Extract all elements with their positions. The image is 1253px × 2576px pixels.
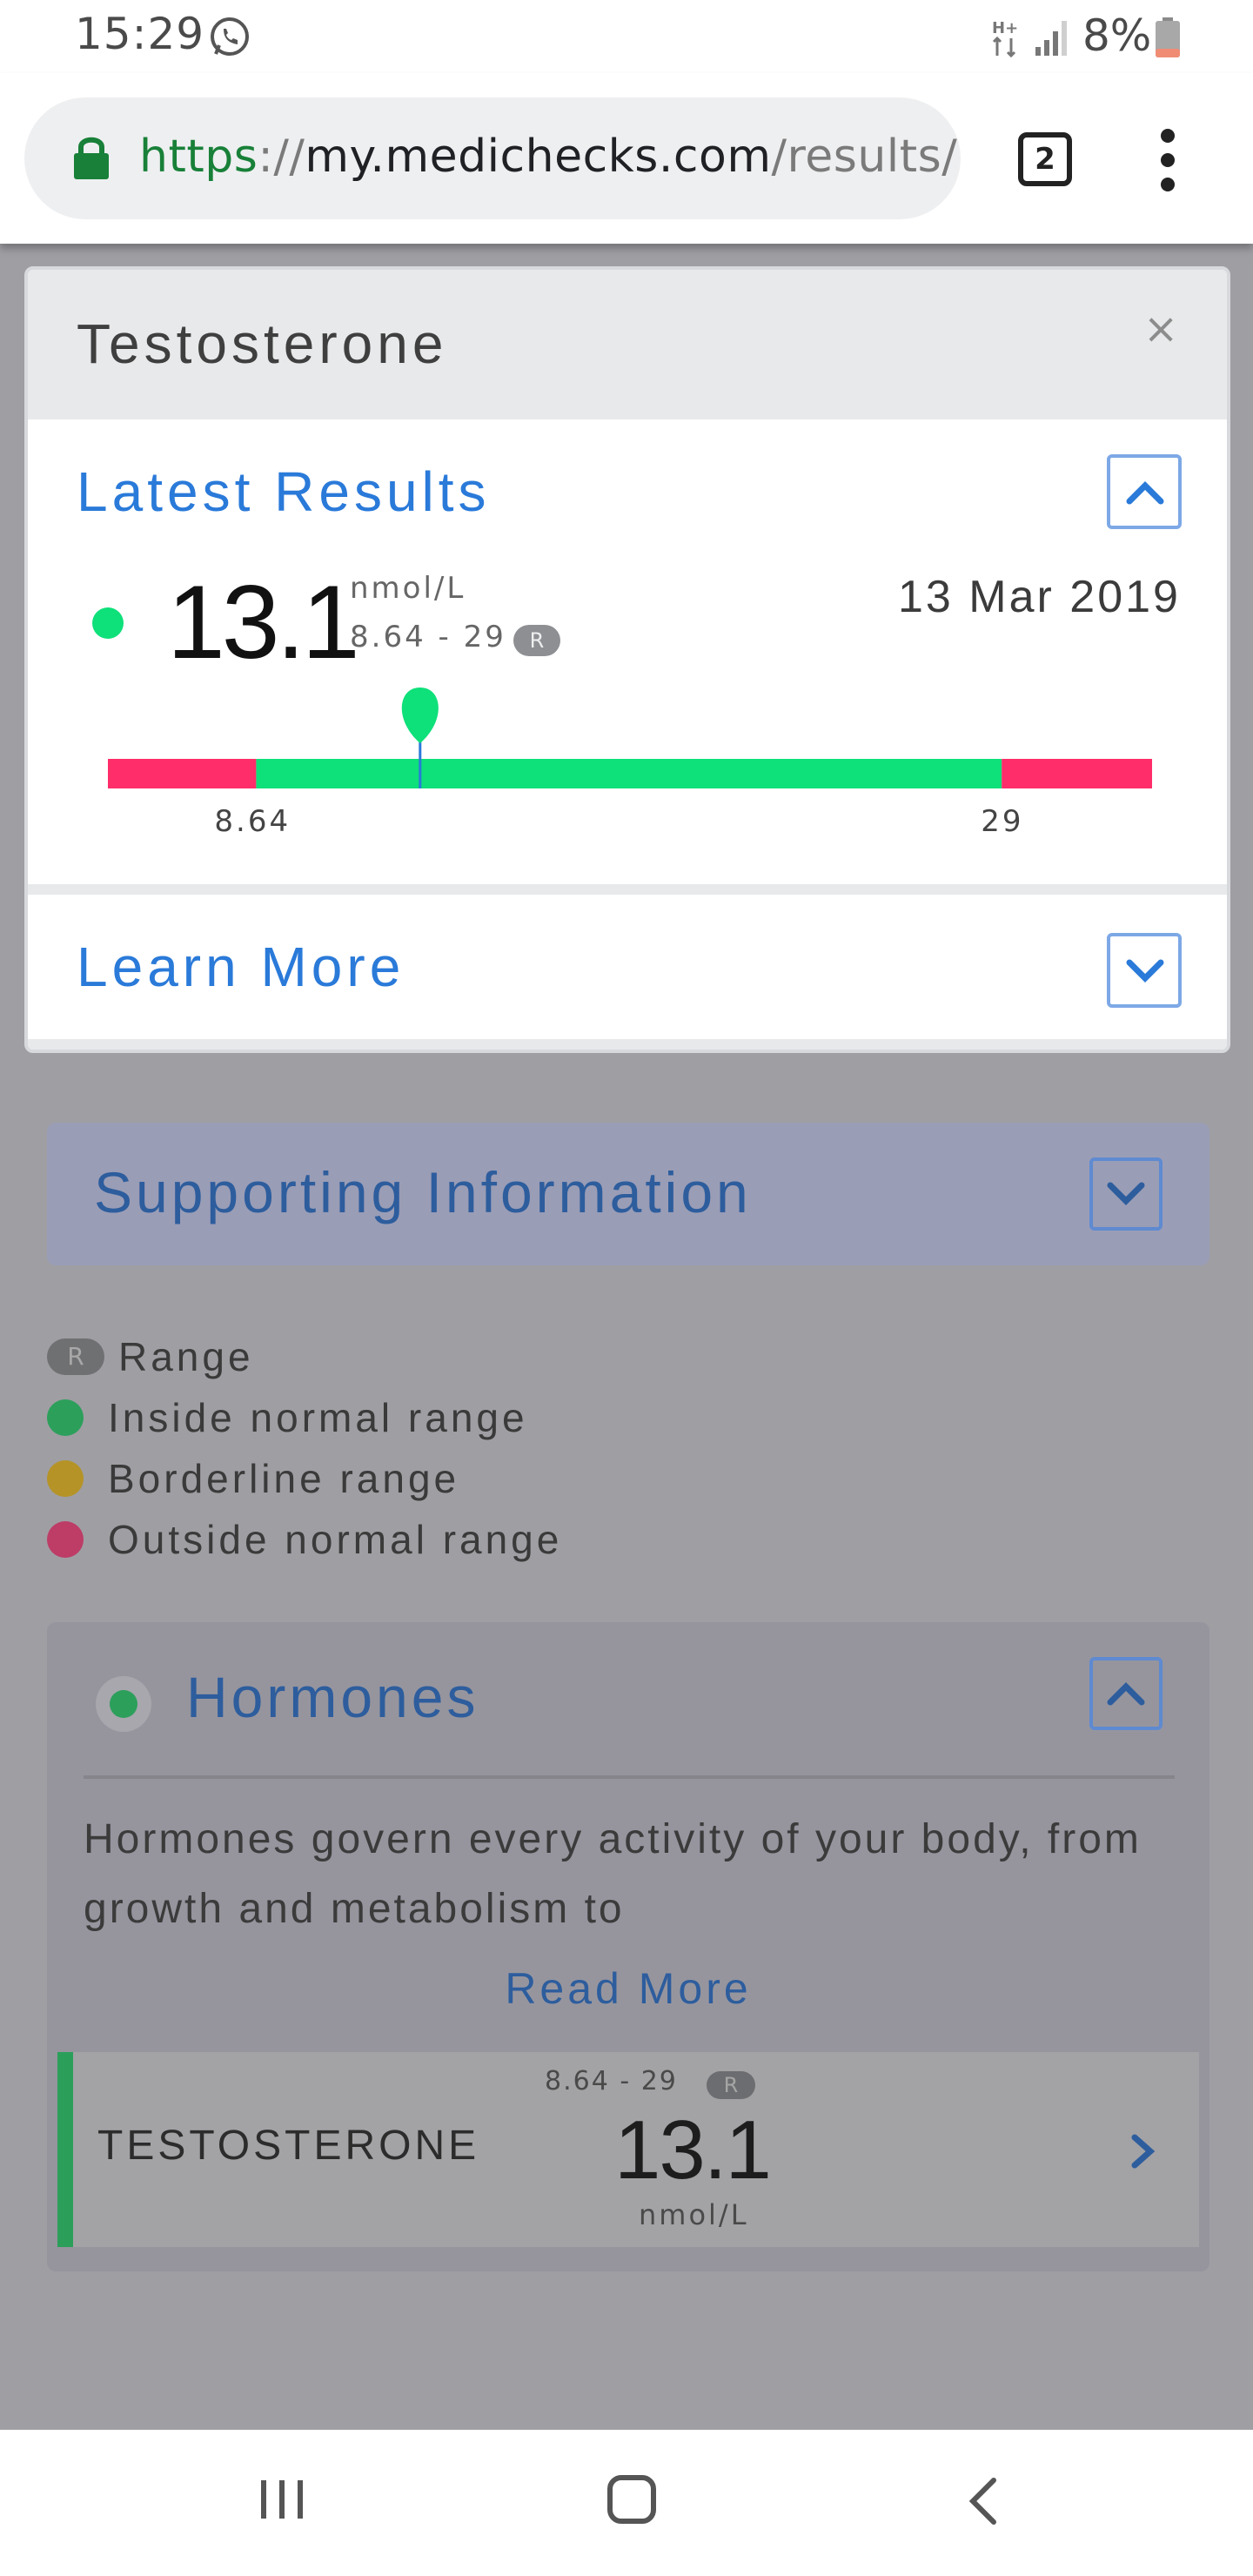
chevron-down-icon	[1107, 1182, 1145, 1205]
chevron-up-icon	[1107, 1682, 1145, 1706]
chevron-down-icon	[1126, 959, 1164, 983]
battery-percent: 8%	[1082, 10, 1152, 61]
lock-icon	[74, 137, 109, 179]
url-path: /results/	[771, 131, 958, 183]
legend-label: Inside normal range	[108, 1395, 528, 1440]
url-scheme: https	[139, 131, 258, 183]
test-value: 13.1	[614, 2103, 772, 2197]
legend-dot-borderline	[47, 1460, 84, 1497]
test-range: 8.64 - 29	[545, 2066, 678, 2096]
svg-text:H+: H+	[992, 19, 1018, 37]
learn-more-toggle[interactable]	[1107, 933, 1182, 1008]
hormones-collapse-toggle[interactable]	[1089, 1657, 1163, 1730]
hormones-card: Hormones Hormones govern every activity …	[47, 1622, 1209, 2271]
browser-menu-icon[interactable]	[1149, 125, 1187, 195]
gauge-marker-pin	[401, 688, 439, 743]
gauge-low-label: 8.64	[214, 804, 291, 839]
latest-results-title: Latest Results	[77, 460, 491, 523]
tab-switcher-button[interactable]: 2	[1018, 132, 1072, 186]
read-more-link[interactable]: Read More	[47, 1963, 1209, 2014]
chevron-right-icon[interactable]	[1128, 2132, 1159, 2170]
signal-icon	[1035, 21, 1067, 56]
recent-apps-icon[interactable]	[258, 2475, 306, 2524]
divider	[84, 1775, 1175, 1779]
legend-label: Outside normal range	[108, 1517, 563, 1562]
test-name: TESTOSTERONE	[97, 2123, 480, 2169]
hormones-description: Hormones govern every activity of your b…	[84, 1816, 1142, 1932]
status-time: 15:29	[75, 9, 205, 59]
android-nav-bar	[0, 2430, 1253, 2576]
gauge-high-label: 29	[981, 804, 1024, 839]
whatsapp-icon	[211, 17, 249, 56]
gauge-low-segment	[108, 759, 257, 788]
range-badge: R	[513, 625, 560, 656]
legend-dot-inside	[47, 1399, 84, 1436]
hormones-status-dot	[110, 1690, 137, 1718]
battery-icon	[1156, 17, 1180, 57]
legend-label: Range	[118, 1334, 254, 1379]
gauge-high-segment	[1002, 759, 1152, 788]
testosterone-modal: Testosterone × Latest Results 13.1 nmol/…	[24, 266, 1230, 1053]
legend-label: Borderline range	[108, 1456, 460, 1501]
chevron-up-icon	[1126, 481, 1164, 505]
result-unit: nmol/L	[350, 571, 466, 606]
network-icon: H+	[992, 19, 1018, 58]
home-icon[interactable]	[607, 2475, 656, 2524]
testosterone-result-row[interactable]: TESTOSTERONE 8.64 - 29 R 13.1 nmol/L	[57, 2052, 1199, 2247]
result-range: 8.64 - 29	[350, 620, 506, 654]
modal-bottom-border	[28, 1039, 1227, 1050]
status-bar-indicator	[57, 2052, 73, 2247]
supporting-information-toggle[interactable]	[1089, 1157, 1163, 1231]
result-date: 13 Mar 2019	[898, 572, 1181, 622]
url-text: https://my.medichecks.com/results/	[139, 131, 957, 183]
range-gauge-bar	[108, 688, 1152, 788]
test-unit: nmol/L	[639, 2198, 749, 2231]
result-status-dot	[92, 607, 124, 639]
hormones-title: Hormones	[186, 1665, 479, 1729]
result-value: 13.1	[167, 564, 360, 681]
back-icon[interactable]	[966, 2475, 1001, 2527]
url-separator: ://	[258, 131, 305, 183]
range-gauge: 8.64 29	[108, 688, 1152, 839]
modal-header: Testosterone ×	[28, 270, 1227, 419]
modal-title: Testosterone	[77, 312, 448, 375]
latest-results-toggle[interactable]	[1107, 454, 1182, 529]
legend-dot-outside	[47, 1521, 84, 1558]
url-host: my.medichecks.com	[305, 131, 772, 183]
address-bar[interactable]: https://my.medichecks.com/results/	[24, 97, 961, 219]
supporting-information-title: Supporting Information	[94, 1160, 752, 1224]
section-divider	[28, 884, 1227, 895]
gauge-normal-segment	[256, 759, 1002, 788]
status-bar: 15:29 H+ 8%	[0, 0, 1253, 73]
range-badge: R	[707, 2071, 755, 2099]
supporting-information-panel[interactable]: Supporting Information	[47, 1123, 1209, 1265]
learn-more-title: Learn More	[77, 936, 405, 998]
close-icon[interactable]: ×	[1143, 305, 1178, 353]
range-badge: R	[47, 1338, 104, 1375]
browser-toolbar: https://my.medichecks.com/results/ 2	[0, 73, 1253, 244]
